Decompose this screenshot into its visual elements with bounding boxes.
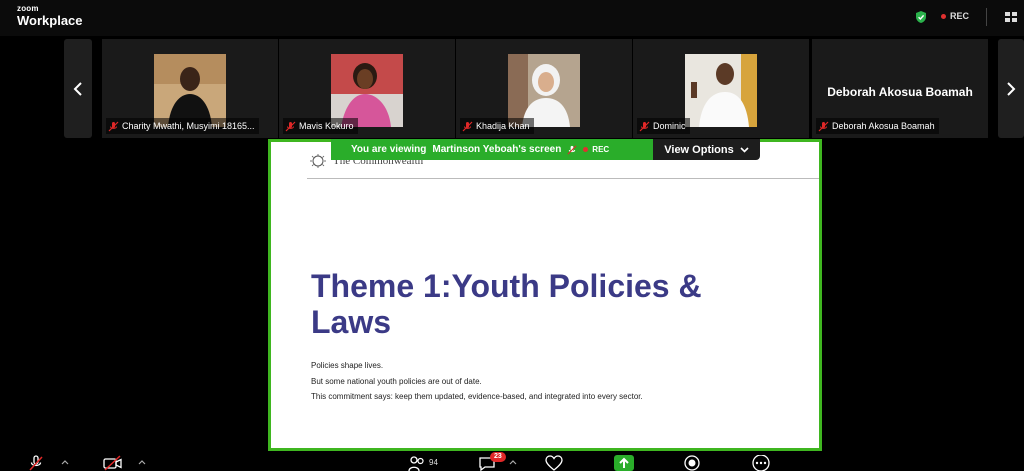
reactions-button[interactable] [545, 455, 563, 471]
gallery-next-button[interactable] [998, 39, 1024, 138]
slide-line: But some national youth policies are out… [311, 376, 482, 386]
participant-name-tag: Charity Mwathi, Musyimi 18165... [106, 118, 259, 134]
unmute-button[interactable] [28, 455, 44, 471]
recording-dot-icon [941, 13, 946, 19]
participant-name-tag: Mavis Kokuro [283, 118, 358, 134]
slide-divider [307, 178, 819, 179]
participant-gallery: Charity Mwathi, Musyimi 18165... Mavis K… [0, 36, 1024, 140]
participant-tile[interactable]: Deborah Akosua Boamah Deborah Akosua Boa… [812, 39, 988, 138]
participant-name: Mavis Kokuro [299, 121, 354, 131]
more-button[interactable] [751, 455, 771, 471]
video-options-caret-icon[interactable] [138, 459, 146, 465]
banner-recording: REC [583, 145, 609, 154]
gallery-prev-button[interactable] [64, 39, 92, 138]
participant-name-tag: Dominic [637, 118, 690, 134]
start-video-button[interactable] [103, 455, 123, 471]
participants-icon [408, 456, 424, 471]
participant-video [154, 54, 226, 127]
view-options-button[interactable]: View Options [653, 139, 760, 160]
chat-options-caret-icon[interactable] [509, 459, 517, 465]
participant-tile[interactable]: Mavis Kokuro [279, 39, 455, 138]
banner-owner: Martinson Yeboah's screen [432, 144, 562, 155]
banner-prefix: You are viewing [351, 144, 427, 155]
chevron-down-icon [740, 146, 749, 153]
participant-tile[interactable]: Dominic [633, 39, 809, 138]
recording-label: REC [950, 11, 970, 21]
participant-video [331, 54, 403, 127]
mic-muted-icon [285, 121, 296, 131]
participant-name: Charity Mwathi, Musyimi 18165... [122, 121, 255, 131]
share-screen-icon [614, 455, 634, 471]
divider [986, 8, 987, 26]
recording-dot-icon [583, 147, 589, 152]
mic-muted-icon [29, 455, 43, 471]
brand-small: zoom [17, 4, 39, 13]
participants-button[interactable]: 94 [408, 455, 438, 471]
chevron-left-icon [73, 81, 82, 96]
slide-body: Policies shape lives. But some national … [311, 358, 801, 405]
chevron-right-icon [1007, 81, 1016, 96]
view-layout-icon[interactable] [1004, 11, 1018, 23]
more-options-icon [752, 455, 770, 471]
mic-muted-icon [108, 121, 119, 131]
slide-title: Theme 1:Youth Policies & Laws [311, 268, 702, 340]
participant-video [685, 54, 757, 127]
view-options-label: View Options [664, 143, 734, 156]
top-bar: zoom Workplace REC [0, 0, 1024, 36]
participant-video [508, 54, 580, 127]
chat-unread-badge: 23 [490, 452, 506, 462]
commonwealth-logo-icon [310, 154, 326, 168]
recording-indicator[interactable]: REC [941, 11, 969, 21]
participants-count: 94 [429, 458, 438, 467]
slide-line: Policies shape lives. [311, 361, 384, 370]
record-icon [684, 455, 700, 471]
participant-name: Khadija Khan [476, 121, 530, 131]
banner-rec-label: REC [592, 145, 610, 154]
participant-name-tag: Deborah Akosua Boamah [816, 118, 939, 134]
mic-muted-icon [639, 121, 650, 131]
brand-name: Workplace [17, 13, 83, 28]
security-shield-icon[interactable] [914, 10, 928, 24]
participant-tile[interactable]: Khadija Khan [456, 39, 632, 138]
participant-tile[interactable]: Charity Mwathi, Musyimi 18165... [102, 39, 278, 138]
mic-muted-icon [462, 121, 473, 131]
participant-display-name: Deborah Akosua Boamah [827, 85, 973, 99]
record-button[interactable] [683, 455, 701, 471]
slide-line: This commitment says: keep them updated,… [311, 392, 643, 401]
heart-icon [545, 455, 563, 471]
meeting-toolbar: 94 [0, 452, 1024, 471]
participant-name: Dominic [653, 121, 686, 131]
mic-muted-icon [818, 121, 829, 131]
video-off-icon [103, 455, 122, 471]
mic-muted-icon [567, 145, 577, 154]
share-screen-button[interactable] [614, 455, 634, 471]
audio-options-caret-icon[interactable] [61, 459, 69, 465]
participant-name: Deborah Akosua Boamah [832, 121, 935, 131]
participant-name-tag: Khadija Khan [460, 118, 534, 134]
viewing-banner: You are viewing Martinson Yeboah's scree… [331, 139, 653, 160]
